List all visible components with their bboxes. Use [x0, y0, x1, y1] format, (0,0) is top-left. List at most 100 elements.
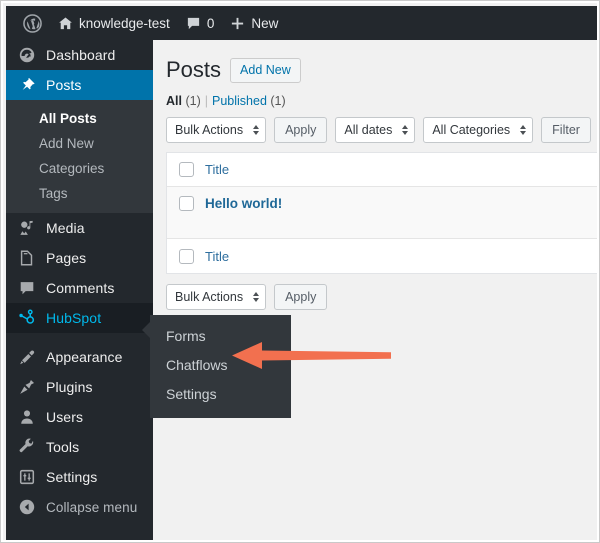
column-header-title[interactable]: Title: [205, 162, 229, 177]
wp-admin-bar: knowledge-test 0 New: [6, 6, 597, 40]
filter-published-label[interactable]: Published: [212, 94, 267, 108]
row-select-cell: [167, 196, 205, 211]
sidebar-label: Pages: [46, 250, 87, 266]
wordpress-logo-icon: [23, 13, 42, 33]
table-header-row: Title: [167, 153, 597, 187]
chevron-updown-icon: [520, 125, 527, 135]
category-filter-value: All Categories: [432, 123, 511, 137]
sidebar-label: Users: [46, 409, 84, 425]
sidebar-item-collapse-menu[interactable]: Collapse menu: [6, 492, 153, 522]
page-icon: [17, 248, 37, 268]
site-name-menu[interactable]: knowledge-test: [50, 6, 178, 40]
sidebar-item-hubspot[interactable]: HubSpot: [6, 303, 153, 333]
new-label: New: [251, 15, 279, 31]
bulk-actions-select-top[interactable]: Bulk Actions: [166, 117, 267, 143]
sidebar-item-tools[interactable]: Tools: [6, 432, 153, 462]
sidebar-label: Settings: [46, 469, 98, 485]
apply-button-top[interactable]: Apply: [274, 117, 328, 143]
new-content-menu[interactable]: New: [222, 6, 286, 40]
sidebar-label: Media: [46, 220, 85, 236]
sidebar-item-posts[interactable]: Posts: [6, 70, 153, 100]
sidebar-label: Appearance: [46, 349, 123, 365]
hubspot-flyout-submenu: Forms Chatflows Settings: [142, 315, 291, 418]
filter-all-count: (1): [185, 94, 201, 108]
browser-window-frame: knowledge-test 0 New Dashboard Posts All…: [0, 0, 600, 543]
plug-icon: [17, 377, 37, 397]
user-icon: [17, 407, 37, 427]
sidebar-item-users[interactable]: Users: [6, 402, 153, 432]
plus-icon: [230, 16, 245, 31]
filter-link-all[interactable]: All (1): [166, 94, 201, 108]
select-all-cell-bottom: [167, 248, 205, 264]
category-filter-select[interactable]: All Categories: [423, 117, 534, 143]
submenu-item-tags[interactable]: Tags: [6, 181, 153, 206]
bulk-actions-select-bottom[interactable]: Bulk Actions: [166, 284, 267, 310]
chevron-updown-icon: [402, 125, 409, 135]
comments-menu[interactable]: 0: [178, 6, 223, 40]
bulk-actions-value: Bulk Actions: [175, 123, 244, 137]
pin-icon: [17, 75, 37, 95]
tablenav-top: Bulk Actions Apply All dates All Categor…: [153, 108, 597, 143]
flyout-item-forms[interactable]: Forms: [150, 322, 291, 351]
comments-count: 0: [206, 15, 215, 31]
filter-published-count: (1): [270, 94, 286, 108]
comment-bubble-icon: [186, 16, 201, 31]
post-status-filter-links: All (1) | Published (1): [153, 83, 597, 108]
sidebar-item-media[interactable]: Media: [6, 213, 153, 243]
posts-submenu: All Posts Add New Categories Tags: [6, 100, 153, 213]
select-all-checkbox-bottom[interactable]: [178, 248, 194, 264]
sidebar-label: Tools: [46, 439, 80, 455]
add-new-button[interactable]: Add New: [230, 57, 301, 83]
sidebar-label: HubSpot: [46, 310, 102, 326]
post-title-link[interactable]: Hello world!: [205, 196, 282, 211]
posts-table: Title Hello world! Title: [166, 152, 597, 274]
sidebar-label: Plugins: [46, 379, 93, 395]
menu-separator: [6, 333, 153, 342]
dashboard-icon: [17, 45, 37, 65]
page-title: Posts: [166, 57, 222, 82]
select-all-cell: [167, 162, 205, 177]
date-filter-value: All dates: [344, 123, 393, 137]
filter-divider: |: [204, 94, 208, 108]
chevron-updown-icon: [253, 125, 260, 135]
sidebar-item-plugins[interactable]: Plugins: [6, 372, 153, 402]
select-all-checkbox-top[interactable]: [178, 162, 194, 177]
filter-link-published[interactable]: Published (1): [212, 94, 286, 108]
main-content-area: Posts Add New All (1) | Published (1) Bulk…: [153, 40, 597, 540]
flyout-item-chatflows[interactable]: Chatflows: [150, 351, 291, 380]
sidebar-item-comments[interactable]: Comments: [6, 273, 153, 303]
sliders-icon: [17, 467, 37, 487]
admin-sidebar-menu: Dashboard Posts All Posts Add New Catego…: [6, 40, 153, 540]
sidebar-label: Collapse menu: [46, 499, 138, 515]
collapse-left-icon: [17, 497, 37, 517]
sidebar-label: Comments: [46, 280, 115, 296]
sidebar-label: Posts: [46, 77, 82, 93]
wordpress-logo-menu[interactable]: [15, 6, 50, 40]
column-footer-title[interactable]: Title: [205, 249, 229, 264]
table-footer-row: Title: [167, 239, 597, 273]
bulk-actions-value: Bulk Actions: [175, 290, 244, 304]
sidebar-item-dashboard[interactable]: Dashboard: [6, 40, 153, 70]
submenu-item-all-posts[interactable]: All Posts: [6, 106, 153, 131]
page-header: Posts Add New: [153, 40, 597, 83]
apply-button-bottom[interactable]: Apply: [274, 284, 328, 310]
hubspot-sprocket-icon: [17, 308, 37, 328]
sidebar-item-pages[interactable]: Pages: [6, 243, 153, 273]
sidebar-item-appearance[interactable]: Appearance: [6, 342, 153, 372]
filter-all-label: All: [166, 94, 182, 108]
paintbrush-icon: [17, 347, 37, 367]
row-checkbox[interactable]: [178, 196, 194, 211]
sidebar-item-settings[interactable]: Settings: [6, 462, 153, 492]
home-icon: [58, 16, 73, 31]
date-filter-select[interactable]: All dates: [335, 117, 416, 143]
wrench-icon: [17, 437, 37, 457]
comment-bubble-icon: [17, 278, 37, 298]
sidebar-label: Dashboard: [46, 47, 116, 63]
submenu-item-add-new[interactable]: Add New: [6, 131, 153, 156]
site-name-label: knowledge-test: [79, 15, 170, 31]
table-row: Hello world!: [167, 187, 597, 239]
filter-button[interactable]: Filter: [541, 117, 591, 143]
flyout-item-settings[interactable]: Settings: [150, 380, 291, 409]
submenu-item-categories[interactable]: Categories: [6, 156, 153, 181]
tablenav-bottom: Bulk Actions Apply: [153, 274, 597, 310]
